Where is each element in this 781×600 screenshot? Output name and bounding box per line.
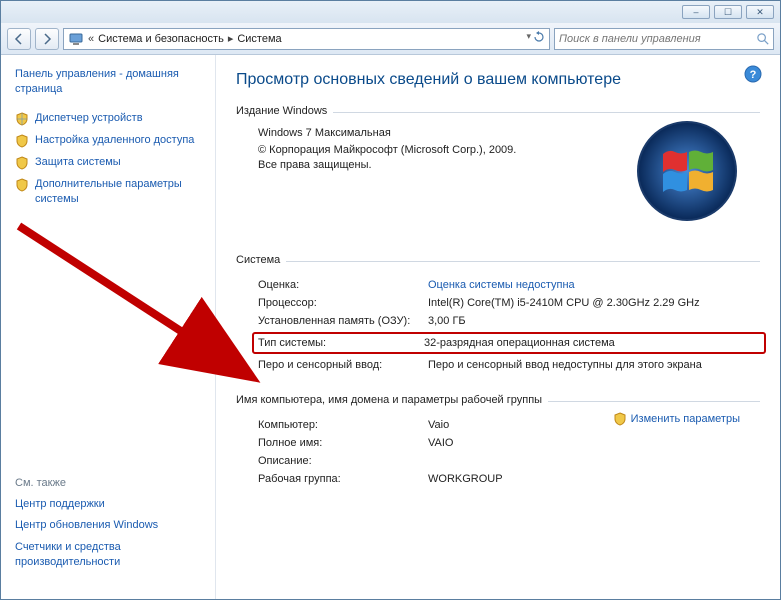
windows-edition-section: Издание Windows bbox=[236, 105, 760, 174]
maximize-button[interactable]: ☐ bbox=[714, 5, 742, 19]
sidebar-link-device-manager[interactable]: Диспетчер устройств bbox=[15, 111, 201, 126]
ram-label: Установленная память (ОЗУ): bbox=[258, 315, 428, 327]
pen-label: Перо и сенсорный ввод: bbox=[258, 359, 428, 371]
desc-label: Описание: bbox=[258, 455, 428, 467]
rating-row: Оценка: Оценка системы недоступна bbox=[258, 276, 760, 294]
page-title: Просмотр основных сведений о вашем компь… bbox=[236, 71, 760, 89]
arrow-right-icon bbox=[41, 33, 53, 45]
workgroup-heading: Имя компьютера, имя домена и параметры р… bbox=[236, 394, 548, 406]
system-type-row-highlighted: Тип системы: 32-разрядная операционная с… bbox=[252, 332, 766, 354]
sidebar-link-advanced[interactable]: Дополнительные параметры системы bbox=[15, 177, 201, 207]
cpu-label: Процессор: bbox=[258, 297, 428, 309]
change-settings-link[interactable]: Изменить параметры bbox=[613, 412, 740, 426]
breadcrumb-seg1[interactable]: Система и безопасность bbox=[98, 33, 224, 45]
wg-label: Рабочая группа: bbox=[258, 473, 428, 485]
description-row: Описание: bbox=[258, 452, 760, 470]
system-properties-window: – ☐ ✕ « Система и безопасность ▸ Система… bbox=[0, 0, 781, 600]
type-label: Тип системы: bbox=[258, 337, 424, 349]
type-value: 32-разрядная операционная система bbox=[424, 337, 760, 349]
sidebar: Панель управления - домашняя страница Ди… bbox=[1, 55, 216, 599]
see-also: См. также Центр поддержки Центр обновлен… bbox=[15, 477, 201, 587]
sidebar-link-label: Настройка удаленного доступа bbox=[35, 133, 194, 148]
sidebar-link-protection[interactable]: Защита системы bbox=[15, 155, 201, 170]
cpu-value: Intel(R) Core(TM) i5-2410M CPU @ 2.30GHz… bbox=[428, 297, 760, 309]
windows-logo-icon bbox=[635, 119, 740, 224]
edition-heading: Издание Windows bbox=[236, 105, 333, 117]
back-button[interactable] bbox=[7, 28, 31, 50]
see-also-windows-update[interactable]: Центр обновления Windows bbox=[15, 518, 201, 533]
full-value: VAIO bbox=[428, 437, 760, 449]
arrow-left-icon bbox=[13, 33, 25, 45]
shield-icon bbox=[613, 412, 627, 426]
refresh-icon[interactable] bbox=[533, 31, 545, 46]
cpu-row: Процессор: Intel(R) Core(TM) i5-2410M CP… bbox=[258, 294, 760, 312]
see-also-heading: См. также bbox=[15, 477, 201, 489]
pc-label: Компьютер: bbox=[258, 419, 428, 431]
sidebar-link-label: Диспетчер устройств bbox=[35, 111, 143, 126]
help-icon[interactable]: ? bbox=[744, 65, 762, 83]
body: Панель управления - домашняя страница Ди… bbox=[1, 55, 780, 599]
see-also-action-center[interactable]: Центр поддержки bbox=[15, 497, 201, 512]
shield-icon bbox=[15, 134, 29, 148]
computer-icon bbox=[68, 31, 84, 47]
shield-icon bbox=[15, 178, 29, 192]
see-also-performance[interactable]: Счетчики и средства производительности bbox=[15, 540, 201, 570]
search-icon[interactable] bbox=[756, 32, 769, 46]
shield-icon bbox=[15, 112, 29, 126]
sidebar-link-label: Защита системы bbox=[35, 155, 121, 170]
svg-text:?: ? bbox=[750, 69, 757, 81]
navbar: « Система и безопасность ▸ Система ▾ bbox=[1, 23, 780, 55]
search-box[interactable] bbox=[554, 28, 774, 50]
workgroup-section: Имя компьютера, имя домена и параметры р… bbox=[236, 394, 760, 488]
rating-value[interactable]: Оценка системы недоступна bbox=[428, 279, 760, 291]
breadcrumb-seg2[interactable]: Система bbox=[237, 33, 281, 45]
minimize-button[interactable]: – bbox=[682, 5, 710, 19]
desc-value bbox=[428, 455, 760, 467]
copyright: © Корпорация Майкрософт (Microsoft Corp.… bbox=[258, 143, 538, 174]
dropdown-icon[interactable]: ▾ bbox=[526, 31, 531, 46]
close-button[interactable]: ✕ bbox=[746, 5, 774, 19]
ram-row: Установленная память (ОЗУ): 3,00 ГБ bbox=[258, 312, 760, 330]
rating-label: Оценка: bbox=[258, 279, 428, 291]
shield-icon bbox=[15, 156, 29, 170]
search-input[interactable] bbox=[559, 33, 756, 45]
change-label: Изменить параметры bbox=[631, 413, 740, 425]
sidebar-link-label: Дополнительные параметры системы bbox=[35, 177, 201, 207]
forward-button[interactable] bbox=[35, 28, 59, 50]
pen-row: Перо и сенсорный ввод: Перо и сенсорный … bbox=[258, 356, 760, 374]
full-name-row: Полное имя: VAIO bbox=[258, 434, 760, 452]
main-panel: ? Просмотр основных сведений о вашем ком… bbox=[216, 55, 780, 599]
system-heading: Система bbox=[236, 254, 286, 266]
pen-value: Перо и сенсорный ввод недоступны для это… bbox=[428, 359, 760, 371]
workgroup-row: Рабочая группа: WORKGROUP bbox=[258, 470, 760, 488]
full-label: Полное имя: bbox=[258, 437, 428, 449]
wg-value: WORKGROUP bbox=[428, 473, 760, 485]
ram-value: 3,00 ГБ bbox=[428, 315, 760, 327]
breadcrumb-prefix: « bbox=[88, 33, 94, 45]
titlebar: – ☐ ✕ bbox=[1, 1, 780, 23]
address-bar[interactable]: « Система и безопасность ▸ Система ▾ bbox=[63, 28, 550, 50]
system-section: Система Оценка: Оценка системы недоступн… bbox=[236, 254, 760, 374]
sidebar-link-remote[interactable]: Настройка удаленного доступа bbox=[15, 133, 201, 148]
control-panel-home-link[interactable]: Панель управления - домашняя страница bbox=[15, 67, 201, 97]
